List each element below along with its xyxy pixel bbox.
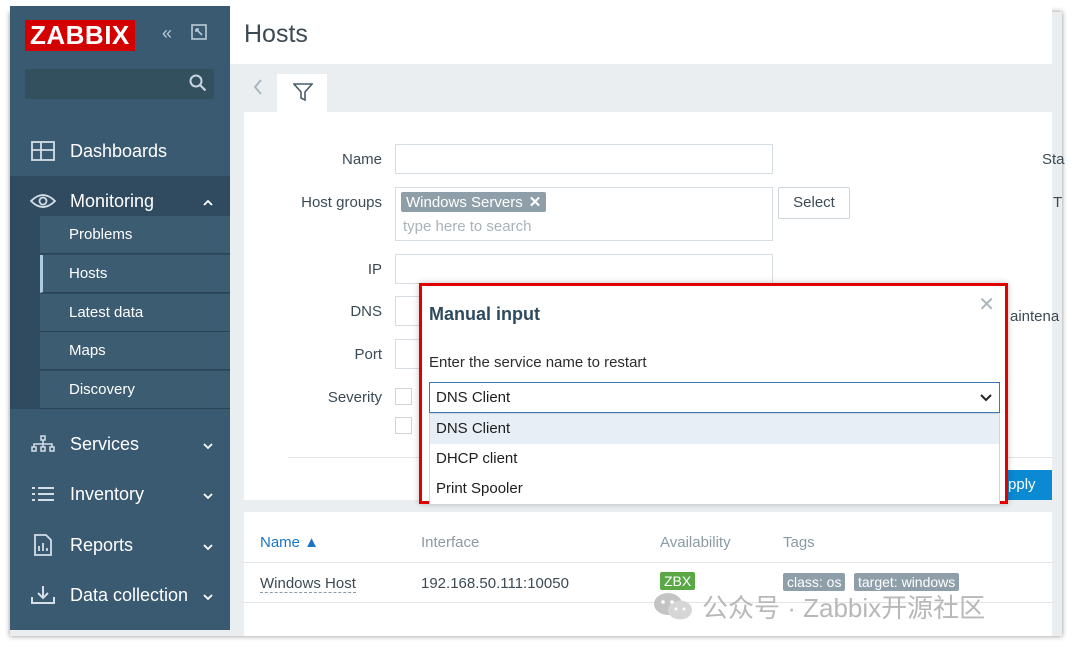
chevron-down-icon bbox=[202, 436, 214, 457]
service-select-value: DNS Client bbox=[436, 389, 511, 406]
download-icon bbox=[28, 585, 58, 605]
name-label: Name bbox=[341, 151, 382, 168]
tags-label: T bbox=[1053, 194, 1063, 211]
severity-checkbox[interactable] bbox=[395, 388, 412, 405]
nav-dashboards[interactable]: Dashboards bbox=[10, 126, 230, 176]
collapse-sidebar-icon[interactable]: « bbox=[162, 23, 172, 44]
ip-input[interactable] bbox=[395, 254, 773, 284]
dns-label: DNS bbox=[350, 303, 382, 320]
select-button[interactable]: Select bbox=[778, 187, 850, 219]
nav-reports[interactable]: Reports bbox=[10, 520, 230, 570]
nav-inventory[interactable]: Inventory bbox=[10, 469, 230, 519]
chevron-down-icon bbox=[979, 390, 993, 409]
filter-icon bbox=[292, 83, 314, 106]
host-groups-input[interactable]: Windows Servers ✕ type here to search bbox=[395, 187, 773, 241]
dialog-label: Enter the service name to restart bbox=[429, 354, 647, 371]
nav-data-collection[interactable]: Data collection bbox=[10, 570, 230, 620]
submenu-hosts[interactable]: Hosts bbox=[40, 255, 230, 293]
chevron-down-icon bbox=[202, 486, 214, 507]
zabbix-logo[interactable]: ZABBIX bbox=[25, 20, 135, 51]
wechat-icon bbox=[652, 591, 694, 621]
dialog-title: Manual input bbox=[429, 304, 540, 324]
name-input[interactable] bbox=[395, 144, 773, 174]
services-icon bbox=[28, 435, 58, 453]
tab-filter[interactable] bbox=[277, 74, 327, 112]
nav-dashboards-label: Dashboards bbox=[70, 140, 168, 161]
kiosk-mode-icon[interactable] bbox=[190, 23, 208, 46]
severity-label: Severity bbox=[327, 389, 382, 406]
nav-services-label: Services bbox=[70, 433, 140, 454]
page-header: Hosts bbox=[230, 6, 1052, 64]
severity-checkbox[interactable] bbox=[395, 417, 412, 434]
nav-services[interactable]: Services bbox=[10, 419, 230, 469]
submenu-discovery[interactable]: Discovery bbox=[40, 371, 230, 409]
nav-data-collection-label: Data collection bbox=[70, 584, 189, 605]
eye-icon bbox=[28, 193, 58, 209]
host-interface: 192.168.50.111:10050 bbox=[421, 575, 569, 592]
host-group-chip-label: Windows Servers bbox=[406, 194, 523, 211]
submenu-maps[interactable]: Maps bbox=[40, 332, 230, 370]
search-icon[interactable] bbox=[189, 74, 207, 97]
ip-label: IP bbox=[367, 261, 382, 278]
nav-reports-label: Reports bbox=[70, 534, 134, 555]
submenu-latest-data[interactable]: Latest data bbox=[40, 294, 230, 332]
page-title: Hosts bbox=[244, 20, 308, 48]
option-dhcp-client[interactable]: DHCP client bbox=[430, 444, 999, 474]
column-header-availability: Availability bbox=[660, 534, 731, 551]
nav-monitoring-label: Monitoring bbox=[70, 190, 155, 211]
port-label: Port bbox=[354, 346, 382, 363]
host-groups-placeholder: type here to search bbox=[403, 218, 532, 235]
chevron-down-icon bbox=[202, 537, 214, 558]
option-print-spooler[interactable]: Print Spooler bbox=[430, 474, 999, 504]
monitoring-submenu: Problems Hosts Latest data Maps Discover… bbox=[10, 216, 230, 409]
sidebar-search-input[interactable] bbox=[25, 69, 214, 99]
chevron-down-icon bbox=[202, 587, 214, 608]
column-header-name[interactable]: Name ▲ bbox=[260, 534, 319, 551]
list-icon bbox=[28, 486, 58, 502]
sidebar: ZABBIX « Dashboards Monitoring Problems … bbox=[10, 6, 230, 630]
watermark-text: 公众号 · Zabbix开源社区 bbox=[702, 592, 986, 623]
nav-inventory-label: Inventory bbox=[70, 483, 145, 504]
dashboard-icon bbox=[28, 141, 58, 161]
filter-tabs bbox=[230, 64, 1052, 112]
report-icon bbox=[28, 534, 58, 556]
header-divider bbox=[244, 562, 1052, 563]
chevron-left-icon[interactable] bbox=[252, 78, 264, 101]
host-group-chip: Windows Servers ✕ bbox=[401, 192, 547, 212]
service-dropdown-list: DNS Client DHCP client Print Spooler bbox=[429, 413, 1000, 505]
watermark: 公众号 · Zabbix开源社区 bbox=[652, 588, 985, 624]
submenu-problems[interactable]: Problems bbox=[40, 216, 230, 254]
manual-input-dialog: Manual input ✕ Enter the service name to… bbox=[419, 283, 1008, 505]
maintenance-label: aintena bbox=[1010, 308, 1060, 325]
service-select[interactable]: DNS Client bbox=[429, 382, 1000, 413]
host-groups-label: Host groups bbox=[301, 194, 382, 211]
column-header-tags: Tags bbox=[783, 534, 815, 551]
column-header-interface: Interface bbox=[421, 534, 480, 551]
status-label: Sta bbox=[1042, 151, 1065, 168]
option-dns-client[interactable]: DNS Client bbox=[430, 414, 999, 444]
host-name-link[interactable]: Windows Host bbox=[260, 575, 356, 593]
chevron-up-icon bbox=[202, 193, 214, 214]
remove-chip-icon[interactable]: ✕ bbox=[529, 194, 542, 211]
close-icon[interactable]: ✕ bbox=[978, 292, 995, 317]
